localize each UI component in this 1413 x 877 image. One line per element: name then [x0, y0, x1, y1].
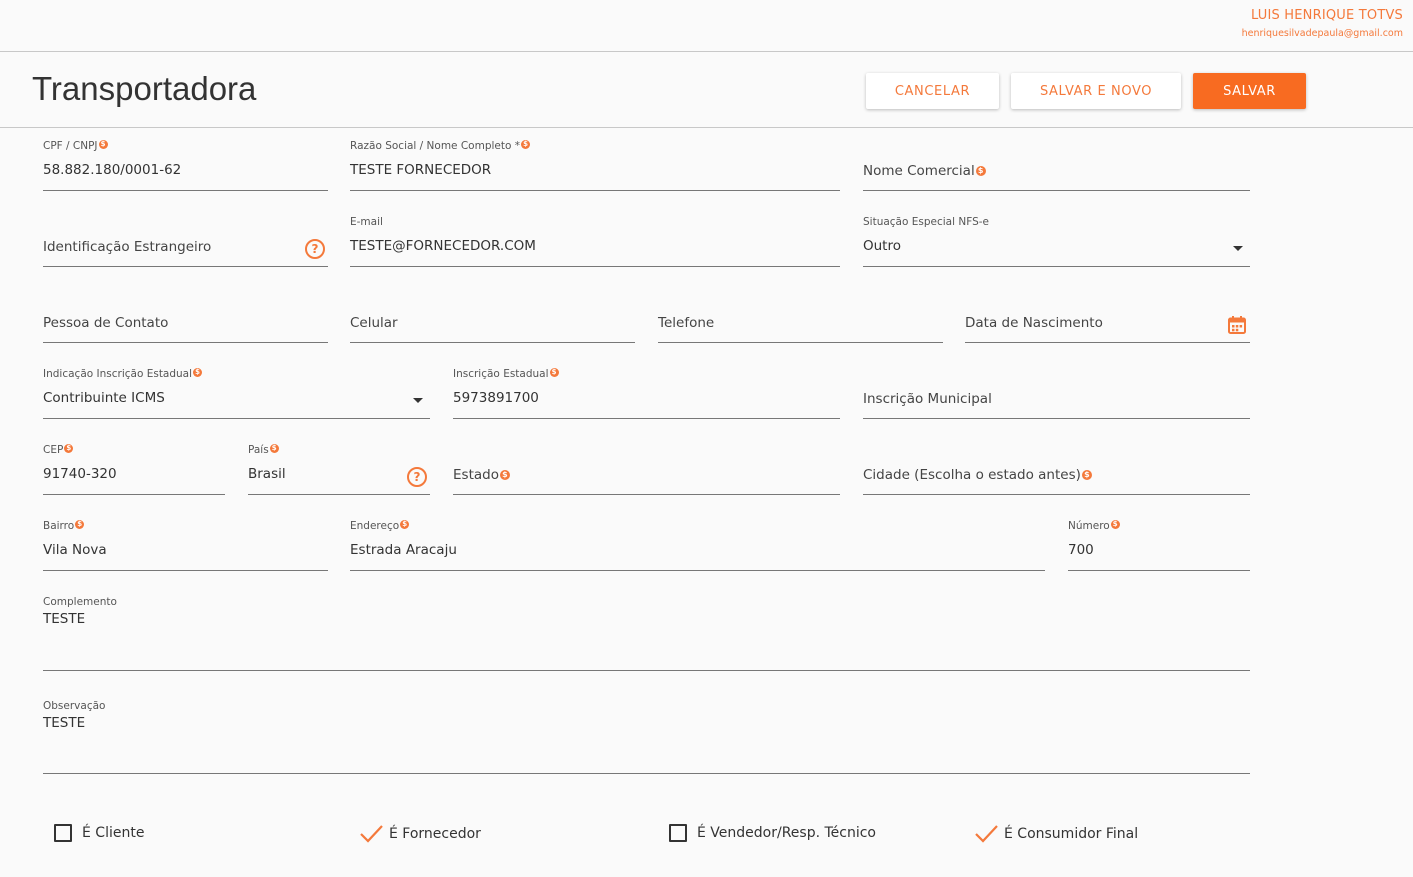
dollar-dot-icon: $: [400, 520, 410, 529]
email-field[interactable]: E-mail TESTE@FORNECEDOR.COM: [350, 214, 840, 267]
save-and-new-button[interactable]: SALVAR E NOVO: [1011, 73, 1181, 109]
top-bar: LUIS HENRIQUE TOTVS henriquesilvadepaula…: [0, 0, 1413, 52]
celular-label: Celular: [350, 315, 398, 331]
razao-social-value: TESTE FORNECEDOR: [350, 162, 492, 178]
checkbox-unchecked-icon[interactable]: [669, 824, 687, 842]
save-button[interactable]: SALVAR: [1193, 73, 1306, 109]
dollar-dot-icon: $: [975, 166, 986, 176]
user-name: LUIS HENRIQUE TOTVS: [1250, 8, 1403, 23]
complemento-field[interactable]: Complemento TESTE: [43, 594, 1250, 671]
bairro-value: Vila Nova: [43, 542, 107, 558]
checkbox-e-vendedor[interactable]: É Vendedor/Resp. Técnico: [669, 824, 876, 842]
estado-field[interactable]: Estado $: [453, 442, 840, 495]
numero-value: 700: [1068, 542, 1094, 558]
dollar-dot-icon: $: [499, 470, 510, 480]
indicacao-ie-value: Contribuinte ICMS: [43, 390, 165, 406]
email-value: TESTE@FORNECEDOR.COM: [350, 238, 536, 254]
page-title: Transportadora: [32, 70, 257, 107]
dollar-dot-icon: $: [1110, 520, 1120, 529]
telefone-field[interactable]: Telefone: [658, 290, 943, 343]
telefone-label: Telefone: [658, 315, 715, 331]
endereco-value: Estrada Aracaju: [350, 542, 457, 558]
numero-label: Número: [1068, 520, 1110, 532]
email-label: E-mail: [350, 216, 383, 228]
bairro-field[interactable]: Bairro $ Vila Nova: [43, 518, 328, 571]
caret-down-icon[interactable]: [1233, 246, 1243, 251]
data-nascimento-field[interactable]: Data de Nascimento: [965, 290, 1250, 343]
checkbox-unchecked-icon[interactable]: [54, 824, 72, 842]
checkmark-icon[interactable]: [974, 824, 1000, 844]
pais-label: País: [248, 444, 269, 456]
numero-field[interactable]: Número $ 700: [1068, 518, 1250, 571]
dollar-dot-icon: $: [98, 140, 108, 149]
observacao-field[interactable]: Observação TESTE: [43, 698, 1250, 774]
bairro-label: Bairro: [43, 520, 75, 532]
pais-value: Brasil: [248, 466, 286, 482]
cidade-field[interactable]: Cidade (Escolha o estado antes) $: [863, 442, 1250, 495]
caret-down-icon[interactable]: [413, 398, 423, 403]
indicacao-ie-label: Indicação Inscrição Estadual: [43, 368, 193, 380]
inscricao-municipal-label: Inscrição Municipal: [863, 391, 992, 407]
indicacao-ie-select[interactable]: Indicação Inscrição Estadual $ Contribuin…: [43, 366, 430, 419]
complemento-value: TESTE: [43, 611, 86, 627]
data-nascimento-label: Data de Nascimento: [965, 315, 1103, 331]
inscricao-estadual-label: Inscrição Estadual: [453, 368, 549, 380]
dollar-dot-icon: $: [64, 444, 74, 453]
cep-value: 91740-320: [43, 466, 117, 482]
calendar-icon[interactable]: [1227, 315, 1247, 335]
observacao-value: TESTE: [43, 715, 86, 731]
estado-label: Estado: [453, 467, 499, 483]
user-info[interactable]: LUIS HENRIQUE TOTVS henriquesilvadepaula…: [1242, 8, 1403, 39]
pais-field[interactable]: País $ Brasil ?: [248, 442, 430, 495]
observacao-label: Observação: [43, 700, 106, 712]
checkbox-e-fornecedor[interactable]: É Fornecedor: [359, 824, 481, 844]
nome-comercial-label: Nome Comercial: [863, 163, 975, 179]
pessoa-contato-field[interactable]: Pessoa de Contato: [43, 290, 328, 343]
checkbox-label: É Cliente: [82, 825, 145, 841]
dollar-dot-icon: $: [1081, 470, 1092, 480]
cpf-cnpj-field[interactable]: CPF / CNPJ $ 58.882.180/0001-62: [43, 138, 328, 191]
checkbox-e-cliente[interactable]: É Cliente: [54, 824, 144, 842]
checkbox-label: É Fornecedor: [389, 826, 481, 842]
checkbox-label: É Vendedor/Resp. Técnico: [697, 825, 876, 841]
question-circle-icon[interactable]: ?: [407, 467, 427, 487]
checkmark-icon[interactable]: [359, 824, 385, 844]
identificacao-estrangeiro-label: Identificação Estrangeiro: [43, 239, 212, 255]
question-circle-icon[interactable]: ?: [305, 239, 325, 259]
celular-field[interactable]: Celular: [350, 290, 635, 343]
inscricao-municipal-field[interactable]: Inscrição Municipal: [863, 366, 1250, 419]
situacao-nfse-select[interactable]: Situação Especial NFS-e Outro: [863, 214, 1250, 267]
user-email: henriquesilvadepaula@gmail.com: [1241, 28, 1403, 39]
endereco-field[interactable]: Endereço $ Estrada Aracaju: [350, 518, 1045, 571]
complemento-label: Complemento: [43, 596, 117, 608]
inscricao-estadual-value: 5973891700: [453, 390, 539, 406]
pessoa-contato-label: Pessoa de Contato: [43, 315, 169, 331]
razao-social-field[interactable]: Razão Social / Nome Completo * $ TESTE FO…: [350, 138, 840, 191]
dollar-dot-icon: $: [75, 520, 85, 529]
checkbox-e-consumidor-final[interactable]: É Consumidor Final: [974, 824, 1139, 844]
endereco-label: Endereço: [350, 520, 400, 532]
identificacao-estrangeiro-field[interactable]: Identificação Estrangeiro ?: [43, 214, 328, 267]
cep-field[interactable]: CEP $ 91740-320: [43, 442, 225, 495]
page-header: Transportadora CANCELAR SALVAR E NOVO SA…: [0, 52, 1413, 128]
cep-label: CEP: [43, 444, 64, 456]
cpf-cnpj-value: 58.882.180/0001-62: [43, 162, 182, 178]
dollar-dot-icon: $: [269, 444, 279, 453]
cidade-label: Cidade (Escolha o estado antes): [863, 467, 1081, 483]
dollar-dot-icon: $: [549, 368, 559, 377]
dollar-dot-icon: $: [193, 368, 203, 377]
nome-comercial-field[interactable]: Nome Comercial $: [863, 138, 1250, 191]
razao-social-label: Razão Social / Nome Completo *: [350, 140, 521, 152]
situacao-nfse-label: Situação Especial NFS-e: [863, 216, 989, 228]
cancel-button[interactable]: CANCELAR: [866, 73, 999, 109]
checkbox-label: É Consumidor Final: [1004, 826, 1139, 842]
dollar-dot-icon: $: [521, 140, 531, 149]
situacao-nfse-value: Outro: [863, 238, 901, 254]
cpf-cnpj-label: CPF / CNPJ: [43, 140, 98, 152]
inscricao-estadual-field[interactable]: Inscrição Estadual $ 5973891700: [453, 366, 840, 419]
